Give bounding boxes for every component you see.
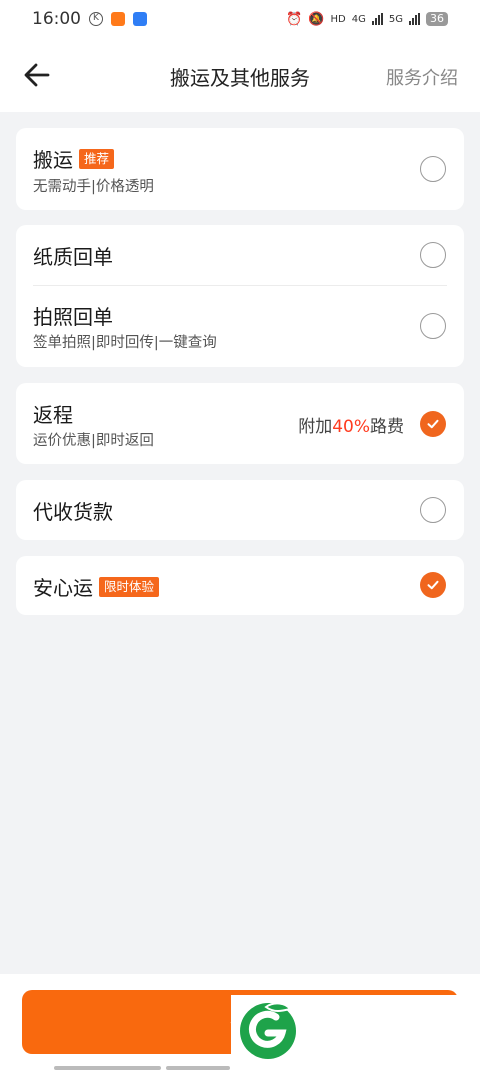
battery-indicator: 36 (426, 12, 448, 26)
paper-receipt-radio[interactable] (420, 242, 446, 268)
receipt-service-card: 纸质回单 拍照回单 签单拍照|即时回传|一键查询 (16, 225, 464, 367)
notification-app-icon (133, 12, 147, 26)
photo-receipt-subtitle: 签单拍照|即时回传|一键查询 (33, 335, 217, 351)
signal-icon-2 (409, 13, 420, 25)
status-bar: 16:00 K ⏰ 🔕 HD 4G 5G 36 (0, 0, 480, 38)
return-trip-subtitle: 运价优惠|即时返回 (33, 433, 154, 449)
return-trip-check[interactable] (420, 411, 446, 437)
service-intro-link[interactable]: 服务介绍 (386, 64, 458, 90)
moving-subtitle: 无需动手|价格透明 (33, 179, 154, 195)
watermark-logo-icon (240, 1002, 296, 1059)
signal-icon (371, 13, 383, 25)
anxin-check[interactable] (420, 572, 446, 598)
checkmark-icon (427, 419, 439, 429)
return-trip-title: 返程 (33, 403, 73, 427)
home-indicator (54, 1066, 161, 1070)
alarm-icon: ⏰ (286, 11, 303, 27)
fee-suffix: 路费 (370, 417, 404, 437)
anxin-card[interactable]: 安心运 限时体验 (16, 556, 464, 615)
anxin-title: 安心运 (33, 576, 93, 600)
home-indicator-2 (166, 1066, 230, 1070)
recommend-tag: 推荐 (79, 148, 115, 169)
k-app-icon: K (89, 12, 103, 26)
hd-icon: HD (330, 13, 346, 25)
return-trip-card[interactable]: 返程 运价优惠|即时返回 附加40%路费 (16, 383, 464, 464)
photo-receipt-radio[interactable] (420, 313, 446, 339)
status-time: 16:00 (32, 9, 81, 29)
fee-percent: 40% (332, 417, 370, 437)
mute-icon: 🔕 (308, 11, 325, 27)
watermark-overlay (231, 995, 480, 1070)
moving-service-card[interactable]: 搬运 推荐 无需动手|价格透明 (16, 128, 464, 210)
moving-radio[interactable] (420, 156, 446, 182)
paper-receipt-title: 纸质回单 (33, 245, 113, 269)
photo-receipt-title: 拍照回单 (33, 305, 113, 329)
limited-trial-tag: 限时体验 (99, 576, 160, 597)
anxin-title-row: 安心运 限时体验 (33, 572, 160, 601)
nav-header: 搬运及其他服务 服务介绍 (0, 38, 480, 112)
moving-title-row: 搬运 推荐 (33, 144, 115, 173)
return-trip-fee: 附加40%路费 (298, 412, 404, 437)
cod-title: 代收货款 (33, 500, 113, 524)
moving-title: 搬运 (33, 148, 73, 172)
shop-app-icon (111, 12, 125, 26)
checkmark-icon (427, 580, 439, 590)
cod-radio[interactable] (420, 497, 446, 523)
paper-receipt-row[interactable]: 纸质回单 (16, 225, 464, 285)
fee-prefix: 附加 (298, 417, 333, 437)
photo-receipt-row[interactable]: 拍照回单 签单拍照|即时回传|一键查询 (16, 285, 464, 367)
cod-card[interactable]: 代收货款 (16, 480, 464, 540)
network-4g: 4G (351, 13, 366, 25)
network-5g: 5G (388, 13, 403, 25)
